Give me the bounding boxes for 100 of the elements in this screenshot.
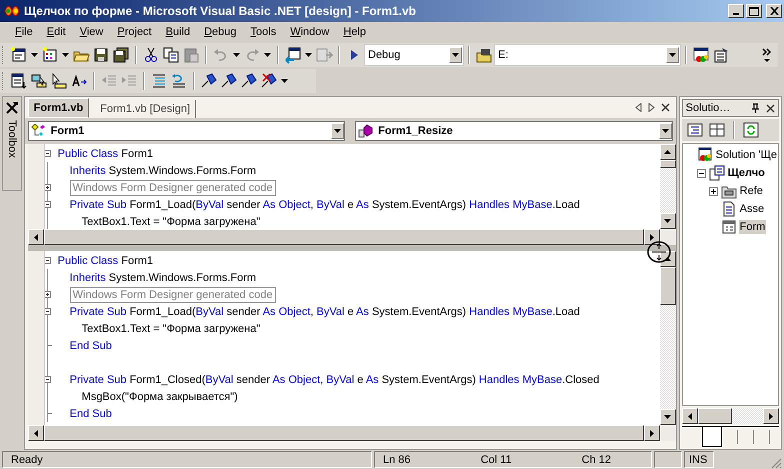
scroll-left-button[interactable] <box>682 408 698 424</box>
scroll-right-icon[interactable] <box>648 103 655 112</box>
menu-item[interactable]: Project <box>110 26 159 38</box>
class-icon <box>30 124 47 138</box>
close-icon[interactable] <box>660 103 670 112</box>
menu-item[interactable]: File <box>8 26 40 38</box>
collapse-icon[interactable] <box>44 308 51 315</box>
configuration-dropdown[interactable]: Debug <box>365 45 463 65</box>
collapse-icon[interactable] <box>44 150 51 157</box>
maximize-icon <box>749 6 759 16</box>
close-icon <box>770 7 778 15</box>
scroll-down-button[interactable] <box>660 409 676 425</box>
tree-item[interactable]: Asse <box>738 202 766 216</box>
caret-icon[interactable] <box>31 53 38 57</box>
document-tab[interactable]: Form1.vb <box>28 98 90 118</box>
scroll-up-button[interactable] <box>660 144 676 160</box>
scroll-right-button[interactable] <box>763 408 779 424</box>
clipboard-icon[interactable] <box>182 46 200 64</box>
menu-item[interactable]: Window <box>283 26 336 38</box>
expand-icon[interactable] <box>708 186 718 196</box>
project-icon <box>708 165 725 181</box>
minimize-button[interactable] <box>728 4 744 18</box>
class-dropdown[interactable]: Form1 <box>28 121 346 141</box>
expand-icon[interactable] <box>44 291 51 298</box>
collapsed-region[interactable]: Windows Form Designer generated code <box>70 180 276 196</box>
horizontal-scrollbar[interactable] <box>682 408 779 424</box>
scroll-left-icon[interactable] <box>634 103 642 112</box>
scroll-thumb[interactable] <box>698 408 732 424</box>
scroll-left-button[interactable] <box>28 229 44 245</box>
status-panel <box>654 451 682 468</box>
new-item-icon[interactable] <box>41 46 59 64</box>
comment-lines-icon[interactable] <box>150 72 168 90</box>
menu-item[interactable]: Build <box>158 26 198 38</box>
properties-list-icon[interactable] <box>686 121 704 139</box>
arrow-down-icon <box>662 129 669 133</box>
arrow-down-icon <box>669 53 676 57</box>
form-icon <box>720 219 737 235</box>
next-bookmark-icon[interactable] <box>220 72 238 90</box>
arrow-up-icon <box>664 257 672 261</box>
window-arrow-icon[interactable] <box>284 46 302 64</box>
line-number: Ln 86 <box>383 454 411 466</box>
menu-item[interactable]: Tools <box>244 26 284 38</box>
collapse-icon[interactable] <box>44 257 51 264</box>
method-dropdown[interactable]: Form1_Resize <box>355 121 673 141</box>
bookmark-icon[interactable] <box>200 72 218 90</box>
copy-icon[interactable] <box>162 46 180 64</box>
scroll-thumb[interactable] <box>660 160 676 168</box>
menu-item[interactable]: Help <box>336 26 373 38</box>
document-list-icon[interactable] <box>10 72 28 90</box>
caret-icon[interactable] <box>305 53 312 57</box>
pin-icon[interactable] <box>751 103 760 113</box>
solution-explorer-icon[interactable] <box>692 46 710 64</box>
cursor-icon[interactable] <box>30 72 48 90</box>
scroll-down-button[interactable] <box>660 213 676 229</box>
scissors-icon[interactable] <box>142 46 160 64</box>
arrow-down-icon <box>664 415 672 419</box>
new-window-icon[interactable] <box>10 46 28 64</box>
menu-item[interactable]: View <box>72 26 110 38</box>
arrow-down-icon <box>452 53 459 57</box>
menu-item[interactable]: Edit <box>40 26 73 38</box>
caret-icon[interactable] <box>281 79 288 83</box>
expand-icon[interactable] <box>44 184 51 191</box>
find-dropdown[interactable]: E: <box>495 45 680 65</box>
clear-bookmarks-icon[interactable] <box>260 72 278 90</box>
collapse-icon[interactable] <box>44 201 51 208</box>
previous-bookmark-icon[interactable] <box>240 72 258 90</box>
arrow-right-icon <box>650 234 654 240</box>
scroll-right-button[interactable] <box>644 425 660 441</box>
uncomment-icon[interactable] <box>170 72 188 90</box>
arrow-up-icon <box>664 150 672 154</box>
tree-item[interactable]: Form <box>738 220 766 234</box>
show-all-files-icon[interactable] <box>708 121 726 139</box>
caret-icon[interactable] <box>233 53 240 57</box>
menu-item[interactable]: Debug <box>197 26 244 38</box>
code-line: Private Sub Form1_Load(ByVal sender As Object, ByVal e As System.EventArgs) Handles MyBase.Load <box>70 198 580 210</box>
database-folder-icon[interactable] <box>475 46 493 64</box>
maximize-button[interactable] <box>746 4 762 18</box>
floppy-disks-icon[interactable] <box>112 46 130 64</box>
toolbox-tab[interactable]: Toolbox <box>2 96 22 191</box>
close-button[interactable] <box>766 4 782 18</box>
scroll-thumb[interactable] <box>660 267 676 305</box>
resize-grip-icon[interactable] <box>770 457 782 469</box>
caret-icon[interactable] <box>264 53 271 57</box>
caret-icon[interactable] <box>62 53 69 57</box>
tree-item[interactable]: Refe <box>738 184 764 198</box>
properties-icon[interactable] <box>712 46 730 64</box>
collapsed-region[interactable]: Windows Form Designer generated code <box>70 286 276 302</box>
close-icon[interactable] <box>766 104 775 112</box>
scroll-left-button[interactable] <box>28 425 44 441</box>
app-icon <box>4 3 20 19</box>
refresh-icon[interactable] <box>742 121 760 139</box>
vertical-scrollbar[interactable] <box>660 251 676 425</box>
pointer-icon[interactable] <box>50 72 68 90</box>
vertical-scrollbar[interactable] <box>660 144 676 229</box>
tree-item[interactable]: Щелчо <box>726 166 766 180</box>
collapse-icon[interactable] <box>696 168 706 178</box>
panel-tab-strip[interactable] <box>682 426 779 447</box>
code-line: End Sub <box>70 340 112 352</box>
collapse-icon[interactable] <box>44 376 51 383</box>
tree-item[interactable]: Solution 'Ще <box>714 148 778 162</box>
